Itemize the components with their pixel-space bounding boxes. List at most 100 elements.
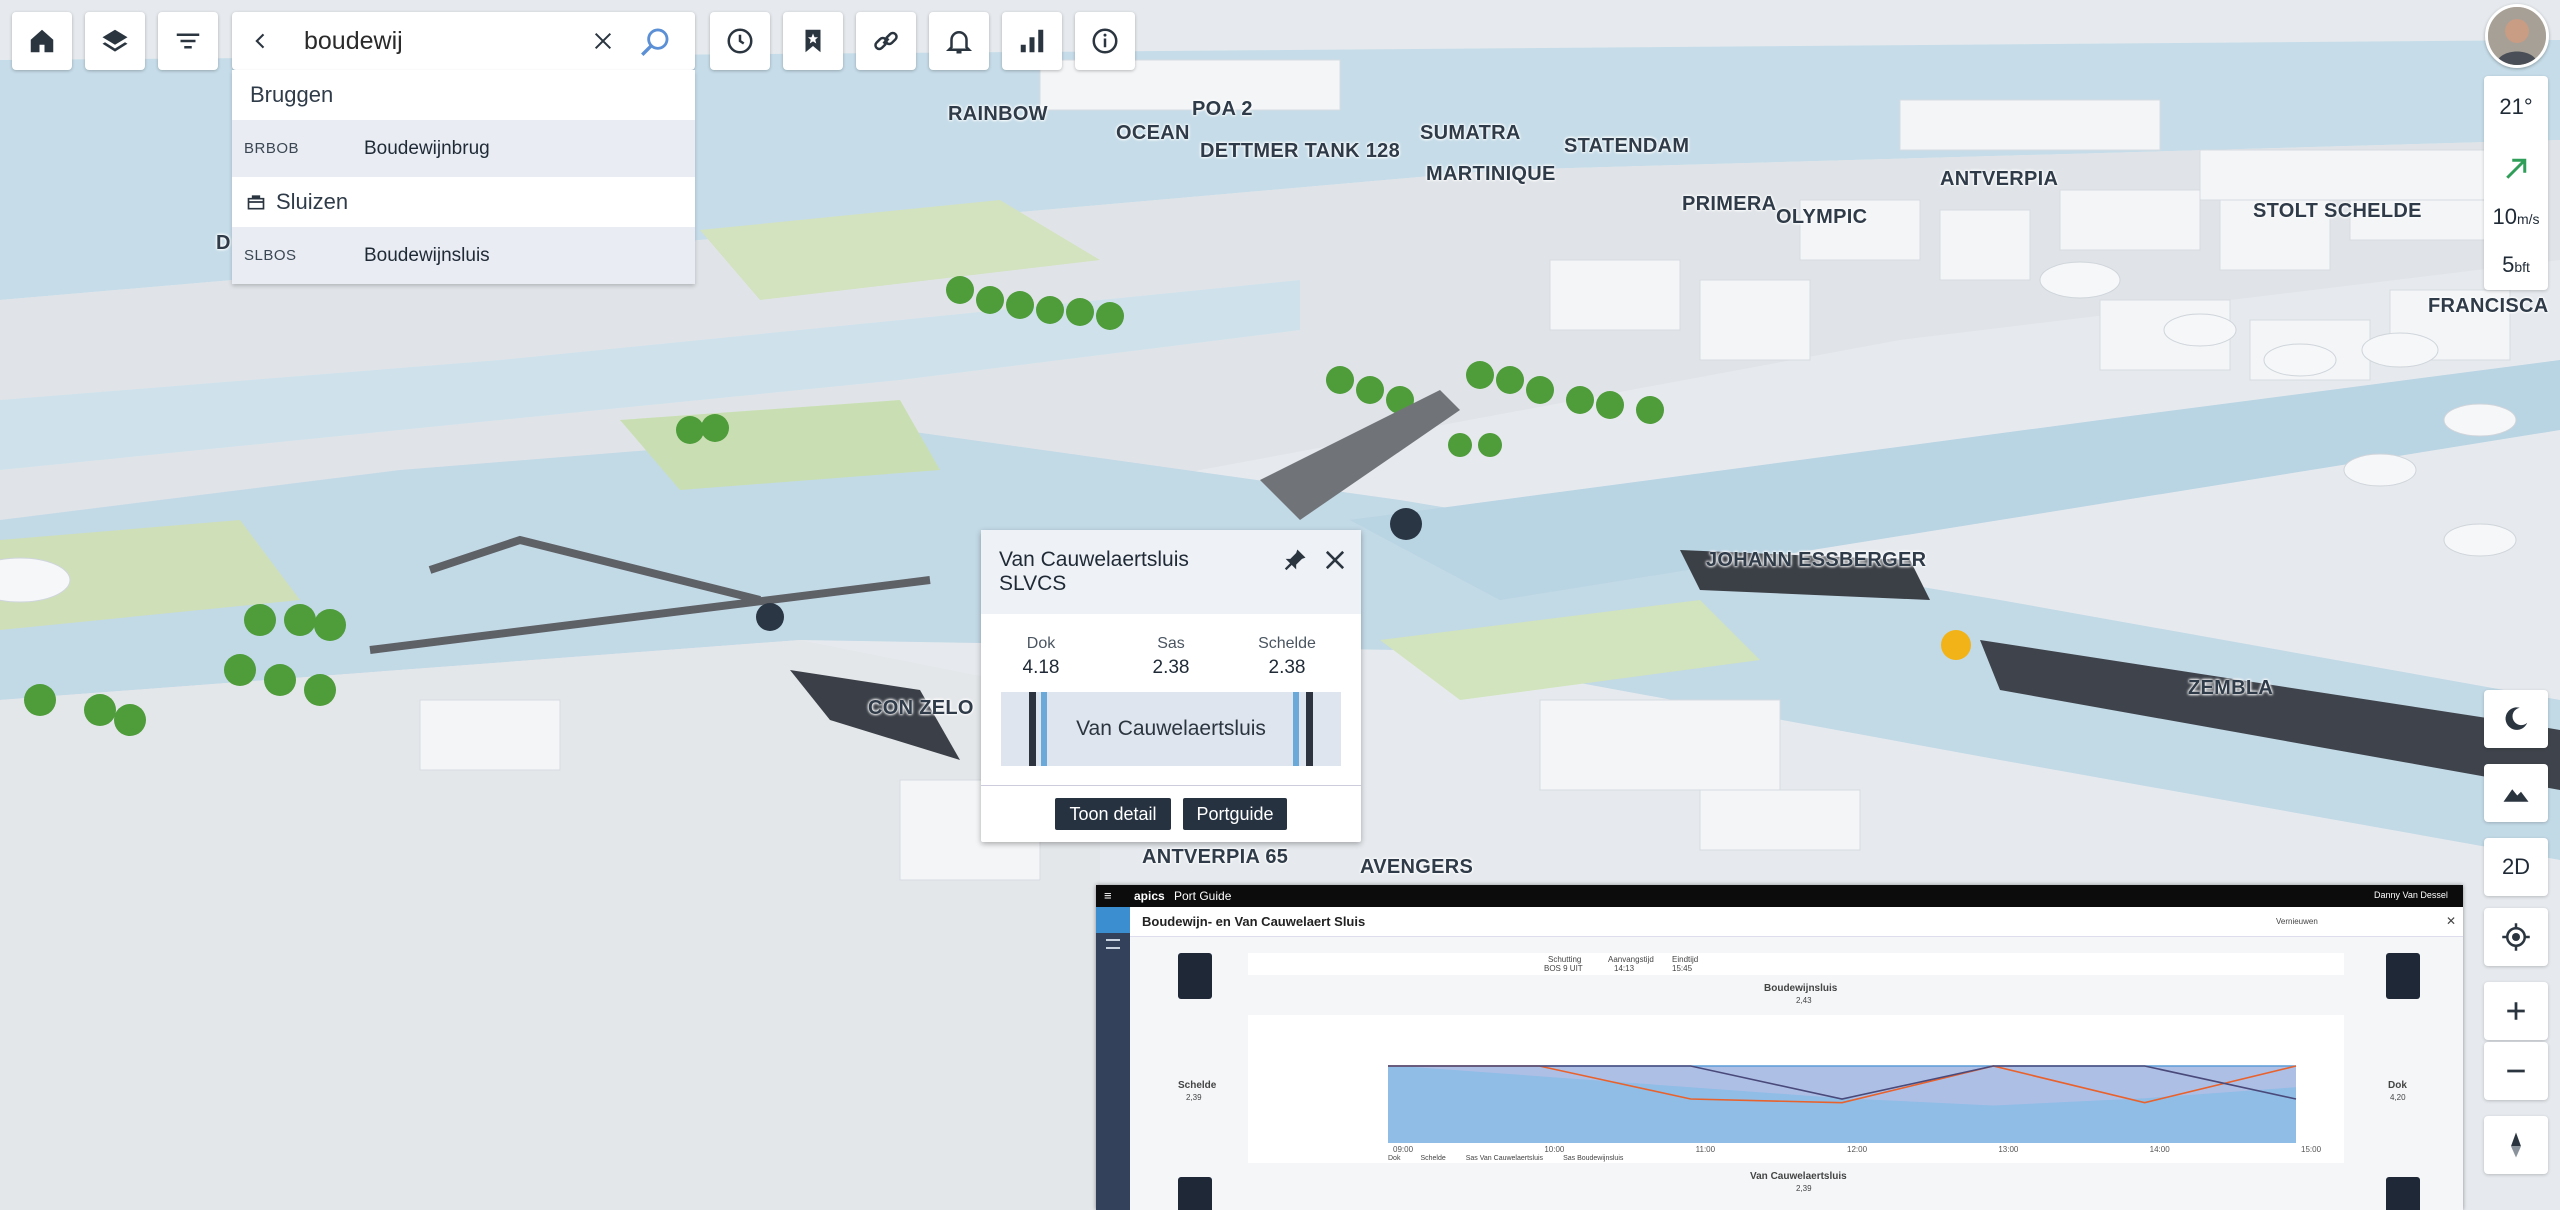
minus-icon	[2507, 1069, 2525, 1073]
home-button[interactable]	[12, 12, 72, 70]
ship-label[interactable]: FRANCISCA	[2428, 295, 2548, 318]
schutting-value: BOS 9 UIT	[1544, 964, 1583, 973]
schelde-level: 2,39	[1186, 1093, 1202, 1102]
search-button[interactable]	[637, 24, 673, 60]
statistics-button[interactable]	[1002, 12, 1062, 70]
lock-diagram: Van Cauwelaertsluis	[1001, 692, 1341, 766]
popup-header: Van Cauwelaertsluis SLVCS	[981, 530, 1361, 614]
end-value: 15:45	[1672, 964, 1693, 973]
x-tick-label: 15:00	[2301, 1145, 2322, 1154]
result-category-bridges: Bruggen	[232, 70, 695, 120]
lock-popup: Van Cauwelaertsluis SLVCS Dok 4.18 Sas 2…	[981, 530, 1361, 842]
ship-label[interactable]: POA 2	[1192, 98, 1253, 121]
level-label: Schelde	[1258, 635, 1316, 652]
compass-button[interactable]	[2484, 1116, 2548, 1174]
ship-label[interactable]: MARTINIQUE	[1426, 163, 1556, 186]
alerts-button[interactable]	[929, 12, 989, 70]
traffic-signal	[1178, 953, 1212, 999]
search-input[interactable]	[304, 26, 584, 56]
waves-icon[interactable]	[1106, 939, 1120, 949]
ship-label[interactable]: OLYMPIC	[1776, 206, 1867, 229]
search-box[interactable]	[232, 12, 695, 70]
user-name[interactable]: Danny Van Dessel	[2374, 890, 2448, 900]
lock-info-strip: Schutting BOS 9 UIT Aanvangstijd 14:13 E…	[1248, 953, 2344, 975]
temperature: 21°	[2499, 94, 2533, 119]
show-detail-button[interactable]: Toon detail	[1055, 798, 1171, 830]
avatar[interactable]	[2485, 4, 2549, 68]
ship-label[interactable]: ANTVERPIA 65	[1142, 846, 1288, 869]
pin-icon[interactable]	[1281, 546, 1309, 574]
ship-label[interactable]: ZEMBLA	[2188, 677, 2273, 700]
legend-item: Sas Boudewijnsluis	[1563, 1155, 1624, 1162]
clear-search-button[interactable]	[588, 26, 618, 56]
close-icon[interactable]	[1321, 546, 1349, 574]
ship-label[interactable]: RAINBOW	[948, 103, 1048, 126]
crosshair-icon	[2502, 923, 2530, 951]
popup-title: Van Cauwelaertsluis SLVCS	[999, 548, 1189, 596]
x-tick-label: 12:00	[1847, 1145, 1868, 1154]
zoom-out-button[interactable]	[2484, 1042, 2548, 1100]
water-level-sas: Sas 2.38	[1121, 635, 1221, 679]
terrain-button[interactable]	[2484, 764, 2548, 822]
result-name: Boudewijnsluis	[364, 244, 490, 266]
back-button[interactable]	[246, 26, 276, 56]
end-label: Eindtijd	[1672, 955, 1699, 964]
result-name: Boudewijnbrug	[364, 137, 490, 159]
filter-button[interactable]	[158, 12, 218, 70]
level-label: Sas	[1157, 635, 1185, 652]
ship-label[interactable]: SUMATRA	[1420, 122, 1521, 145]
level-label: Dok	[1026, 635, 1056, 652]
result-item[interactable]: SLBOS Boudewijnsluis	[232, 227, 695, 284]
schutting-label: Schutting	[1548, 955, 1582, 964]
link-button[interactable]	[856, 12, 916, 70]
water-level-schelde: Schelde 2.38	[1237, 635, 1337, 679]
lock1-name: Boudewijnsluis	[1764, 983, 1838, 994]
portguide-button[interactable]: Portguide	[1183, 798, 1287, 830]
lock2-name: Van Cauwelaertsluis	[1750, 1171, 1847, 1182]
ship-label[interactable]: STATENDAM	[1564, 135, 1689, 158]
water-level-dok: Dok 4.18	[991, 635, 1091, 679]
ship-label[interactable]: PRIMERA	[1682, 193, 1776, 216]
traffic-signal	[1178, 1177, 1212, 1210]
ship-label[interactable]: STOLT SCHELDE	[2253, 200, 2422, 223]
ship-label[interactable]: AVENGERS	[1360, 856, 1473, 879]
ship-label[interactable]: JOHANN ESSBERGER	[1706, 549, 1926, 572]
sidebar-item-map[interactable]	[1096, 907, 1130, 933]
x-tick-label: 11:00	[1696, 1145, 1716, 1154]
category-label: Bruggen	[250, 82, 334, 107]
ship-label[interactable]: D	[216, 232, 231, 255]
link-icon	[874, 31, 898, 51]
menu-icon[interactable]: ≡	[1104, 888, 1112, 903]
user-avatar-icon	[2488, 7, 2546, 65]
ship-label[interactable]: OCEAN	[1116, 122, 1190, 145]
water-level-chart: 09:00 10:00 11:00 12:00 13:00 14:00 15:00	[1387, 1065, 2322, 1154]
bookmarks-button[interactable]	[783, 12, 843, 70]
result-item[interactable]: BRBOB Boudewijnbrug	[232, 120, 695, 177]
start-value: 14:13	[1614, 964, 1635, 973]
legend-item: Dok	[1388, 1155, 1401, 1162]
legend-item: Sas Van Cauwelaertsluis	[1465, 1155, 1544, 1162]
ship-label[interactable]: DETTMER TANK 128	[1200, 140, 1400, 163]
schelde-name: Schelde	[1178, 1080, 1217, 1091]
dok-level: 4,20	[2390, 1093, 2406, 1102]
locate-button[interactable]	[2484, 908, 2548, 966]
view-2d-button[interactable]: 2D	[2484, 838, 2548, 896]
category-label: Sluizen	[276, 189, 349, 214]
level-value: 2.38	[1152, 657, 1190, 678]
plus-icon	[2507, 1002, 2525, 1020]
history-button[interactable]	[710, 12, 770, 70]
layers-button[interactable]	[85, 12, 145, 70]
portguide-sidebar	[1096, 907, 1130, 1210]
zoom-in-button[interactable]	[2484, 982, 2548, 1040]
close-icon[interactable]: ✕	[2446, 914, 2456, 928]
ship-label[interactable]: ANTVERPIA	[1940, 168, 2058, 191]
refresh-button[interactable]: Vernieuwen	[2276, 917, 2318, 926]
search-results: Bruggen BRBOB Boudewijnbrug Sluizen SLBO…	[232, 70, 695, 284]
water-level-chart-panel: 09:00 10:00 11:00 12:00 13:00 14:00 15:00 Dok …	[1248, 1015, 2344, 1163]
night-mode-button[interactable]	[2484, 690, 2548, 748]
level-value: 4.18	[1022, 657, 1060, 678]
ship-label[interactable]: CON ZELO	[868, 697, 974, 720]
info-button[interactable]	[1075, 12, 1135, 70]
lock1-level: 2,43	[1796, 996, 1812, 1005]
home-icon	[30, 29, 54, 53]
